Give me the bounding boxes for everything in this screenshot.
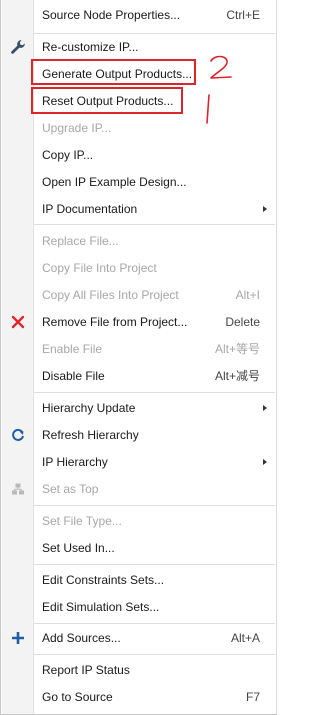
menu-item-label: Report IP Status xyxy=(42,663,130,677)
menu-item-label: IP Documentation xyxy=(42,202,138,216)
menu-item-label: Set as Top xyxy=(42,482,99,496)
menu-item-shortcut: Delete xyxy=(225,315,260,329)
plus-icon xyxy=(3,625,33,651)
menu-item-label: Enable File xyxy=(42,342,103,356)
menu-item-label: Set File Type... xyxy=(42,514,122,528)
submenu-arrow-icon xyxy=(263,206,267,212)
menu-item-label: Copy All Files Into Project xyxy=(42,288,179,302)
menu-item-edit-simulation-sets[interactable]: Edit Simulation Sets... xyxy=(1,594,278,620)
hierarchy-top-icon xyxy=(3,476,33,502)
refresh-icon xyxy=(3,422,33,448)
menu-item-enable-file: Enable File Alt+等号 xyxy=(1,336,278,362)
menu-item-remove-file-from-project[interactable]: Remove File from Project... Delete xyxy=(1,309,278,335)
menu-item-label: Hierarchy Update xyxy=(42,401,136,415)
red-x-icon xyxy=(3,309,33,335)
menu-item-recustomize-ip[interactable]: Re-customize IP... xyxy=(1,34,278,60)
menu-item-add-sources[interactable]: Add Sources... Alt+A xyxy=(1,625,278,651)
menu-separator xyxy=(34,392,275,393)
menu-item-set-as-top: Set as Top xyxy=(1,476,278,502)
menu-item-edit-constraints-sets[interactable]: Edit Constraints Sets... xyxy=(1,567,278,593)
highlight-box-generate xyxy=(31,59,196,85)
menu-item-label: Open IP Example Design... xyxy=(42,175,187,189)
menu-separator xyxy=(34,505,275,506)
menu-item-shortcut: Alt+I xyxy=(235,288,260,302)
menu-item-label: IP Hierarchy xyxy=(42,455,108,469)
menu-item-label: Copy File Into Project xyxy=(42,261,157,275)
menu-item-ip-hierarchy[interactable]: IP Hierarchy xyxy=(1,449,278,475)
menu-separator xyxy=(34,654,275,655)
menu-separator xyxy=(34,623,275,624)
menu-item-hierarchy-update[interactable]: Hierarchy Update xyxy=(1,395,278,421)
menu-item-source-node-properties[interactable]: Source Node Properties... Ctrl+E xyxy=(1,2,278,28)
menu-item-set-file-type: Set File Type... xyxy=(1,508,278,534)
context-menu: Source Node Properties... Ctrl+E Re-cust… xyxy=(0,0,277,715)
menu-item-refresh-hierarchy[interactable]: Refresh Hierarchy xyxy=(1,422,278,448)
menu-item-copy-file-into-project: Copy File Into Project xyxy=(1,255,278,281)
menu-item-go-to-source[interactable]: Go to Source F7 xyxy=(1,684,278,710)
submenu-arrow-icon xyxy=(263,459,267,465)
highlight-box-reset xyxy=(31,87,183,114)
menu-item-open-ip-example-design[interactable]: Open IP Example Design... xyxy=(1,169,278,195)
menu-item-shortcut: Alt+减号 xyxy=(214,369,260,383)
menu-item-label: Source Node Properties... xyxy=(42,8,181,22)
menu-item-label: Edit Simulation Sets... xyxy=(42,600,160,614)
menu-item-label: Re-customize IP... xyxy=(42,40,139,54)
submenu-arrow-icon xyxy=(263,405,267,411)
menu-border-right xyxy=(276,0,277,715)
menu-item-label: Replace File... xyxy=(42,234,119,248)
menu-separator xyxy=(34,224,275,225)
menu-item-copy-all-files-into-project: Copy All Files Into Project Alt+I xyxy=(1,282,278,308)
menu-item-copy-ip[interactable]: Copy IP... xyxy=(1,142,278,168)
handwritten-note-2 xyxy=(205,52,235,85)
menu-item-label: Add Sources... xyxy=(42,631,121,645)
menu-item-disable-file[interactable]: Disable File Alt+减号 xyxy=(1,363,278,389)
menu-item-shortcut: F7 xyxy=(245,690,260,704)
menu-item-label: Set Used In... xyxy=(42,541,115,555)
menu-item-label: Upgrade IP... xyxy=(42,121,112,135)
menu-item-shortcut: Alt+A xyxy=(230,631,260,645)
menu-item-set-used-in[interactable]: Set Used In... xyxy=(1,535,278,561)
menu-separator xyxy=(34,564,275,565)
menu-item-label: Disable File xyxy=(42,369,105,383)
wrench-icon xyxy=(3,34,33,60)
menu-item-shortcut: Alt+等号 xyxy=(214,342,260,356)
menu-item-shortcut: Ctrl+E xyxy=(226,8,260,22)
menu-item-label: Copy IP... xyxy=(42,148,94,162)
menu-item-replace-file: Replace File... xyxy=(1,228,278,254)
menu-item-label: Go to Source xyxy=(42,690,113,704)
menu-item-label: Edit Constraints Sets... xyxy=(42,573,165,587)
menu-item-upgrade-ip: Upgrade IP... xyxy=(1,115,278,141)
menu-item-ip-documentation[interactable]: IP Documentation xyxy=(1,196,278,222)
menu-item-label: Remove File from Project... xyxy=(42,315,188,329)
menu-item-report-ip-status[interactable]: Report IP Status xyxy=(1,657,278,683)
menu-item-label: Refresh Hierarchy xyxy=(42,428,139,442)
